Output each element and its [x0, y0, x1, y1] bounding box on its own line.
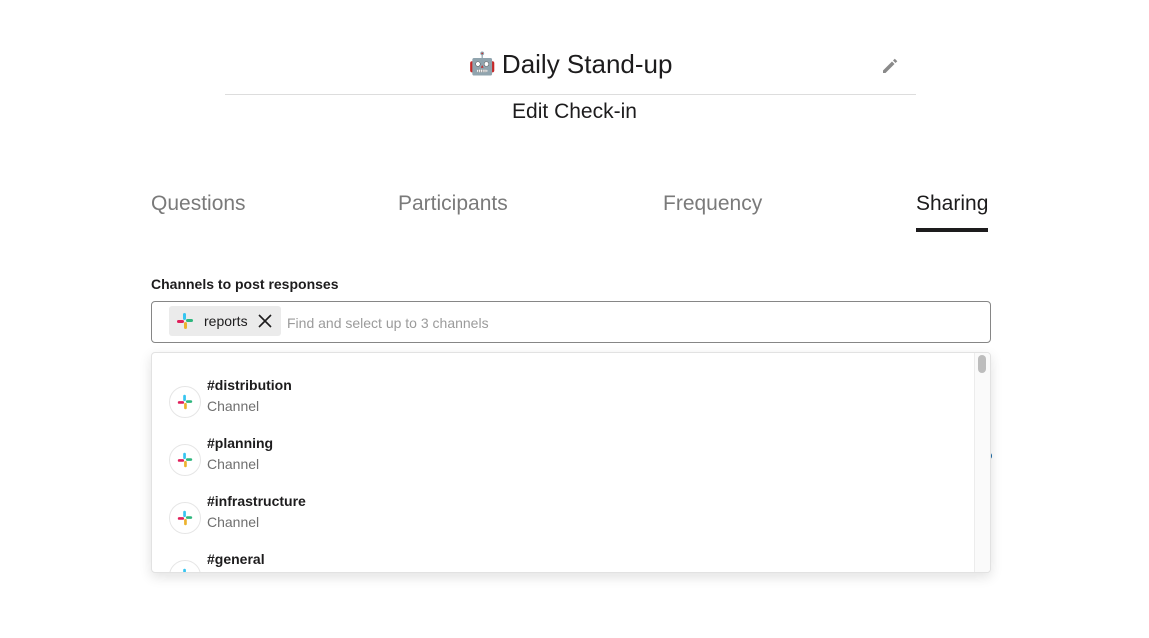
- dropdown-scrollbar[interactable]: [974, 353, 990, 572]
- channel-avatar: [169, 560, 201, 572]
- selected-channel-label: reports: [204, 313, 248, 329]
- slack-icon: [177, 510, 193, 526]
- slack-icon: [183, 568, 186, 572]
- tab-questions[interactable]: Questions: [151, 192, 246, 228]
- checkin-title: 🤖 Daily Stand-up: [225, 48, 916, 80]
- option-channel-name: #general: [207, 551, 265, 567]
- channel-avatar: [169, 502, 201, 534]
- option-channel-name: #distribution: [207, 377, 292, 393]
- slack-icon: [177, 313, 193, 329]
- dropdown-option[interactable]: #distribution Channel: [152, 377, 972, 435]
- channels-field-label: Channels to post responses: [151, 276, 339, 292]
- slack-icon: [177, 394, 193, 410]
- channel-avatar: [169, 386, 201, 418]
- channel-search-input[interactable]: [285, 311, 979, 335]
- settings-tabs: Questions Participants Frequency Sharing: [151, 192, 991, 236]
- channel-avatar: [169, 444, 201, 476]
- page-subtitle: Edit Check-in: [512, 100, 637, 123]
- edit-title-button[interactable]: [880, 56, 900, 76]
- dropdown-option[interactable]: #general Channel: [152, 551, 972, 573]
- option-channel-type: Channel: [207, 456, 260, 472]
- tab-sharing[interactable]: Sharing: [916, 192, 989, 232]
- dropdown-option[interactable]: #infrastructure Channel: [152, 493, 972, 551]
- pencil-icon: [883, 58, 898, 73]
- option-channel-type: Channel: [207, 398, 260, 414]
- slack-icon: [177, 452, 193, 468]
- option-channel-type: Channel: [207, 572, 259, 573]
- edit-checkin-page: 🤖 Daily Stand-up Edit Check-in Questions …: [0, 0, 1149, 638]
- checkin-title-text: Daily Stand-up: [501, 49, 673, 79]
- dropdown-option[interactable]: #planning Channel: [152, 435, 972, 493]
- option-channel-name: #infrastructure: [207, 493, 306, 509]
- option-channel-type: Channel: [207, 514, 260, 530]
- robot-emoji-icon: 🤖: [468, 51, 496, 76]
- checkin-header: 🤖 Daily Stand-up: [225, 40, 916, 95]
- tab-frequency[interactable]: Frequency: [663, 192, 762, 228]
- tab-participants[interactable]: Participants: [398, 192, 508, 228]
- selected-channel-chip: reports: [169, 306, 281, 336]
- remove-chip-close-icon[interactable]: [257, 313, 273, 329]
- channel-select[interactable]: reports: [151, 301, 991, 343]
- option-channel-name: #planning: [207, 435, 274, 451]
- scrollbar-thumb[interactable]: [978, 355, 986, 373]
- channel-options-dropdown: #distribution Channel #planning Channel: [151, 352, 991, 573]
